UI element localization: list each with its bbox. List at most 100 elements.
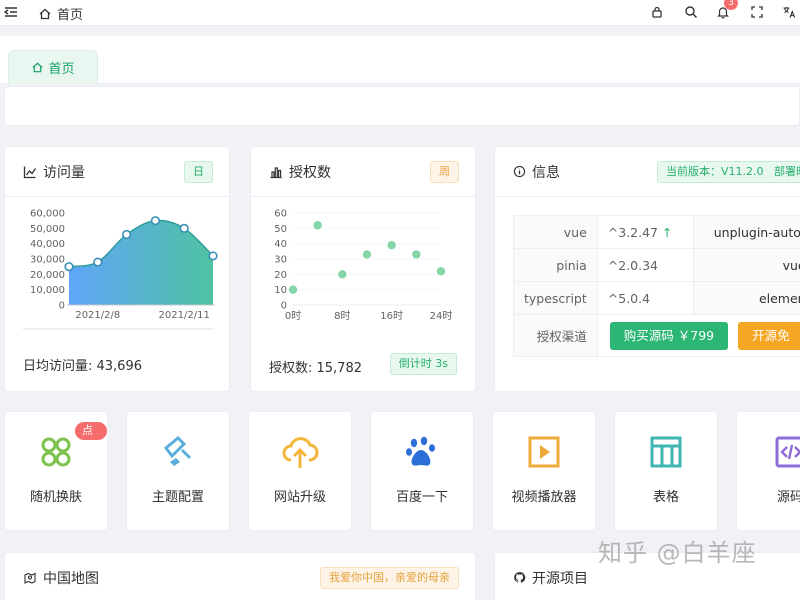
x-tick-label: 2021/2/8 bbox=[75, 310, 120, 321]
y-tick-label: 30 bbox=[274, 255, 287, 266]
app-site-upgrade[interactable]: 网站升级 bbox=[248, 411, 352, 531]
dep-extra: vue bbox=[692, 248, 800, 282]
y-tick-label: 10,000 bbox=[30, 285, 65, 296]
watermark: 知乎 @白羊座 bbox=[598, 539, 757, 567]
app-baidu[interactable]: 百度一下 bbox=[370, 411, 474, 531]
scatter-point bbox=[288, 285, 298, 294]
auth-count-text: 授权数: 15,782 bbox=[269, 361, 362, 376]
x-tick-label: 0时 bbox=[285, 310, 301, 322]
daily-visits-text: 日均访问量: 43,696 bbox=[23, 359, 142, 374]
info-icon bbox=[513, 165, 526, 178]
data-point bbox=[93, 257, 103, 267]
info-title: 信息 bbox=[532, 164, 560, 181]
dependency-table: vue ^3.2.47 ↑ unplugin-auto- pinia ^2.0.… bbox=[513, 215, 800, 357]
fullscreen-icon[interactable] bbox=[748, 3, 766, 21]
dep-name: pinia bbox=[513, 248, 598, 282]
visits-card: 访问量 日 0 10,000 20,000 30,000 40,000 50,000 60,… bbox=[4, 146, 230, 392]
table-row: vue ^3.2.47 ↑ unplugin-auto- bbox=[513, 215, 800, 249]
y-tick-label: 50 bbox=[274, 224, 287, 235]
dep-version: ^5.0.4 bbox=[596, 281, 694, 315]
breadcrumb[interactable]: 首页 bbox=[38, 4, 83, 23]
map-title: 中国地图 bbox=[43, 570, 99, 587]
china-map-card: 中国地图 我爱你中国，亲爱的母亲 bbox=[4, 552, 476, 600]
y-tick-label: 60,000 bbox=[30, 209, 65, 220]
y-tick-label: 0 bbox=[281, 301, 287, 312]
video-play-icon bbox=[528, 436, 560, 468]
app-label: 视频播放器 bbox=[511, 490, 577, 505]
y-tick-label: 20,000 bbox=[30, 270, 65, 281]
x-tick-label: 16时 bbox=[380, 310, 403, 322]
info-card: 信息 当前版本：V11.2.0 部署时 vue ^3.2.47 ↑ unplug… bbox=[494, 146, 800, 392]
content-strip bbox=[4, 86, 800, 126]
dep-extra: elemen bbox=[692, 281, 800, 315]
home-icon bbox=[32, 62, 44, 73]
visits-area-chart: 0 10,000 20,000 30,000 40,000 50,000 60,000 202… bbox=[23, 209, 218, 330]
period-tag-day[interactable]: 日 bbox=[184, 161, 213, 183]
scatter-point bbox=[412, 250, 421, 259]
buy-source-button[interactable]: 购买源码 ￥799 bbox=[609, 321, 729, 350]
dep-extra: unplugin-auto- bbox=[692, 215, 800, 249]
auth-scatter-chart: 0 10 20 30 40 50 60 0时 8时 16时 24时 bbox=[274, 209, 453, 323]
y-tick-label: 0 bbox=[59, 301, 65, 312]
y-tick-label: 60 bbox=[274, 209, 287, 220]
code-icon bbox=[775, 436, 800, 468]
x-tick-label: 24时 bbox=[430, 310, 453, 322]
app-label: 表格 bbox=[652, 490, 679, 505]
auth-title: 授权数 bbox=[289, 164, 331, 181]
scatter-point bbox=[313, 221, 322, 230]
open-source-free-button[interactable]: 开源免 bbox=[738, 321, 800, 350]
app-table[interactable]: 表格 bbox=[614, 411, 718, 531]
opensource-title: 开源项目 bbox=[532, 570, 588, 587]
y-tick-label: 40 bbox=[274, 239, 287, 250]
app-random-skin[interactable]: 点我 随机换肤 bbox=[4, 411, 108, 531]
scatter-point bbox=[338, 270, 347, 279]
period-tag-week[interactable]: 周 bbox=[430, 161, 459, 183]
github-icon bbox=[514, 572, 526, 583]
scatter-point bbox=[362, 250, 372, 259]
visits-card-header: 访问量 日 bbox=[5, 147, 229, 197]
data-point bbox=[64, 262, 74, 272]
tab-label: 首页 bbox=[48, 62, 75, 77]
app-label: 网站升级 bbox=[273, 490, 326, 505]
line-chart-icon bbox=[23, 166, 37, 178]
translate-icon[interactable] bbox=[780, 3, 798, 21]
app-label: 主题配置 bbox=[151, 490, 204, 505]
y-tick-label: 30,000 bbox=[30, 255, 65, 266]
notification-badge: 3 bbox=[724, 0, 738, 10]
scatter-point bbox=[387, 241, 396, 250]
data-point bbox=[121, 229, 132, 240]
table-row: 授权渠道 购买源码 ￥799 开源免 bbox=[513, 314, 800, 357]
app-label: 百度一下 bbox=[395, 490, 448, 505]
map-pin-icon bbox=[24, 572, 36, 584]
table-row: typescript ^5.0.4 elemen bbox=[513, 281, 800, 315]
y-tick-label: 10 bbox=[274, 285, 287, 296]
countdown-tag[interactable]: 倒计时 3s bbox=[389, 353, 457, 375]
top-bar: 首页 3 bbox=[0, 0, 800, 26]
app-video-player[interactable]: 视频播放器 bbox=[492, 411, 596, 531]
dep-name: typescript bbox=[513, 281, 598, 315]
app-source-code[interactable]: 源码 bbox=[736, 411, 800, 531]
y-tick-label: 20 bbox=[274, 270, 287, 281]
search-icon[interactable] bbox=[682, 3, 700, 21]
scatter-point bbox=[436, 267, 446, 276]
baidu-paw-icon bbox=[406, 436, 435, 466]
menu-collapse-icon[interactable] bbox=[2, 3, 20, 21]
app-label: 源码 bbox=[777, 490, 800, 505]
home-icon bbox=[39, 8, 51, 19]
bar-chart-icon bbox=[270, 166, 282, 178]
table-row: pinia ^2.0.34 vue bbox=[513, 248, 800, 282]
paint-brush-icon bbox=[163, 435, 192, 466]
data-point bbox=[179, 223, 189, 233]
dep-name: vue bbox=[513, 215, 598, 249]
info-card-header: 信息 当前版本：V11.2.0 部署时 bbox=[495, 147, 800, 197]
data-point bbox=[208, 251, 218, 261]
x-tick-label: 8时 bbox=[334, 310, 350, 322]
y-tick-label: 50,000 bbox=[30, 224, 65, 235]
auth-card: 授权数 周 0 10 20 30 40 50 60 0时 8时 16时 24时 授权数: 15,78… bbox=[250, 146, 476, 392]
lock-icon[interactable] bbox=[648, 3, 666, 21]
version-tag: 当前版本：V11.2.0 部署时 bbox=[657, 161, 800, 183]
tabs-bar: 首页 bbox=[0, 36, 800, 84]
y-tick-label: 40,000 bbox=[30, 239, 65, 250]
tab-home[interactable]: 首页 bbox=[8, 50, 98, 84]
app-theme-config[interactable]: 主题配置 bbox=[126, 411, 230, 531]
